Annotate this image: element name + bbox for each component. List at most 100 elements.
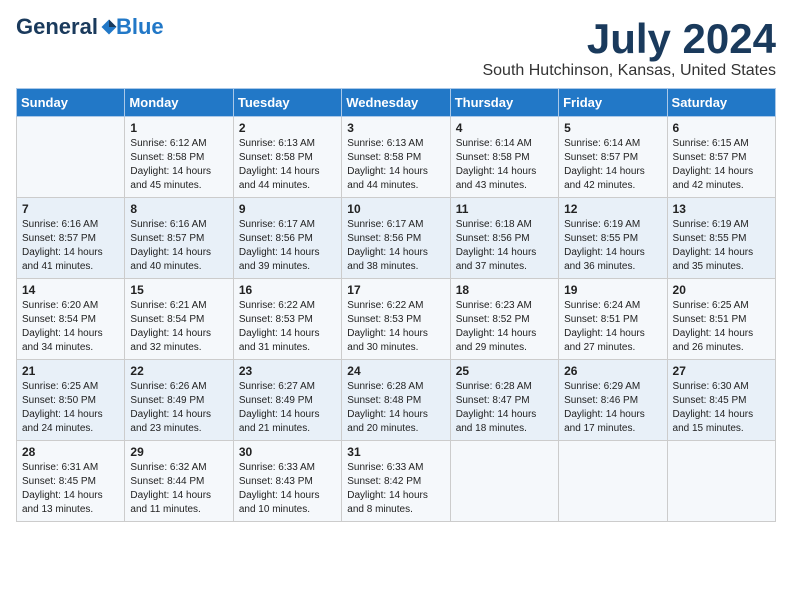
calendar-cell — [667, 441, 775, 522]
day-info: Sunrise: 6:28 AM Sunset: 8:48 PM Dayligh… — [347, 380, 444, 436]
page-header: General Blue July 2024 South Hutchinson,… — [16, 16, 776, 80]
weekday-header-thursday: Thursday — [450, 89, 558, 117]
week-row-1: 1 Sunrise: 6:12 AM Sunset: 8:58 PM Daylig… — [17, 117, 776, 198]
calendar-cell: 28 Sunrise: 6:31 AM Sunset: 8:45 PM Dayli… — [17, 441, 125, 522]
day-info: Sunrise: 6:22 AM Sunset: 8:53 PM Dayligh… — [347, 299, 444, 355]
calendar-cell: 13 Sunrise: 6:19 AM Sunset: 8:55 PM Dayli… — [667, 198, 775, 279]
day-info: Sunrise: 6:17 AM Sunset: 8:56 PM Dayligh… — [347, 218, 444, 274]
day-number: 31 — [347, 445, 444, 459]
calendar-cell: 3Sunrise: 6:13 AM Sunset: 8:58 PM Daylig… — [342, 117, 450, 198]
weekday-header-tuesday: Tuesday — [233, 89, 341, 117]
day-number: 1 — [130, 121, 227, 135]
day-info: Sunrise: 6:17 AM Sunset: 8:56 PM Dayligh… — [239, 218, 336, 274]
week-row-3: 14 Sunrise: 6:20 AM Sunset: 8:54 PM Dayli… — [17, 279, 776, 360]
calendar-cell: 23 Sunrise: 6:27 AM Sunset: 8:49 PM Dayli… — [233, 360, 341, 441]
day-number: 13 — [673, 202, 770, 216]
calendar-cell — [17, 117, 125, 198]
calendar-cell: 14 Sunrise: 6:20 AM Sunset: 8:54 PM Dayli… — [17, 279, 125, 360]
calendar-cell: 15 Sunrise: 6:21 AM Sunset: 8:54 PM Dayli… — [125, 279, 233, 360]
calendar-cell: 6Sunrise: 6:15 AM Sunset: 8:57 PM Daylig… — [667, 117, 775, 198]
day-number: 14 — [22, 283, 119, 297]
day-info: Sunrise: 6:23 AM Sunset: 8:52 PM Dayligh… — [456, 299, 553, 355]
day-number: 2 — [239, 121, 336, 135]
day-number: 9 — [239, 202, 336, 216]
day-number: 3 — [347, 121, 444, 135]
day-number: 15 — [130, 283, 227, 297]
day-number: 12 — [564, 202, 661, 216]
weekday-header-saturday: Saturday — [667, 89, 775, 117]
day-info: Sunrise: 6:33 AM Sunset: 8:42 PM Dayligh… — [347, 461, 444, 517]
calendar-cell: 8 Sunrise: 6:16 AM Sunset: 8:57 PM Daylig… — [125, 198, 233, 279]
day-info: Sunrise: 6:25 AM Sunset: 8:51 PM Dayligh… — [673, 299, 770, 355]
weekday-header-row: SundayMondayTuesdayWednesdayThursdayFrid… — [17, 89, 776, 117]
week-row-4: 21Sunrise: 6:25 AM Sunset: 8:50 PM Dayli… — [17, 360, 776, 441]
day-info: Sunrise: 6:12 AM Sunset: 8:58 PM Dayligh… — [130, 137, 227, 193]
day-info: Sunrise: 6:32 AM Sunset: 8:44 PM Dayligh… — [130, 461, 227, 517]
weekday-header-friday: Friday — [559, 89, 667, 117]
calendar-cell: 2 Sunrise: 6:13 AM Sunset: 8:58 PM Daylig… — [233, 117, 341, 198]
weekday-header-sunday: Sunday — [17, 89, 125, 117]
day-number: 11 — [456, 202, 553, 216]
location-subtitle: South Hutchinson, Kansas, United States — [482, 62, 776, 80]
day-info: Sunrise: 6:30 AM Sunset: 8:45 PM Dayligh… — [673, 380, 770, 436]
calendar-cell: 25Sunrise: 6:28 AM Sunset: 8:47 PM Dayli… — [450, 360, 558, 441]
calendar-cell: 18 Sunrise: 6:23 AM Sunset: 8:52 PM Dayli… — [450, 279, 558, 360]
calendar-cell: 29 Sunrise: 6:32 AM Sunset: 8:44 PM Dayli… — [125, 441, 233, 522]
day-number: 30 — [239, 445, 336, 459]
day-info: Sunrise: 6:25 AM Sunset: 8:50 PM Dayligh… — [22, 380, 119, 436]
calendar-cell: 27 Sunrise: 6:30 AM Sunset: 8:45 PM Dayli… — [667, 360, 775, 441]
calendar-cell: 20 Sunrise: 6:25 AM Sunset: 8:51 PM Dayli… — [667, 279, 775, 360]
day-number: 22 — [130, 364, 227, 378]
day-number: 23 — [239, 364, 336, 378]
day-number: 20 — [673, 283, 770, 297]
day-info: Sunrise: 6:14 AM Sunset: 8:58 PM Dayligh… — [456, 137, 553, 193]
day-number: 16 — [239, 283, 336, 297]
day-info: Sunrise: 6:22 AM Sunset: 8:53 PM Dayligh… — [239, 299, 336, 355]
day-info: Sunrise: 6:15 AM Sunset: 8:57 PM Dayligh… — [673, 137, 770, 193]
calendar-cell: 11 Sunrise: 6:18 AM Sunset: 8:56 PM Dayli… — [450, 198, 558, 279]
day-number: 19 — [564, 283, 661, 297]
day-info: Sunrise: 6:13 AM Sunset: 8:58 PM Dayligh… — [239, 137, 336, 193]
calendar-cell — [559, 441, 667, 522]
day-number: 24 — [347, 364, 444, 378]
day-number: 28 — [22, 445, 119, 459]
calendar-cell — [450, 441, 558, 522]
calendar-cell: 17Sunrise: 6:22 AM Sunset: 8:53 PM Dayli… — [342, 279, 450, 360]
calendar-cell: 31 Sunrise: 6:33 AM Sunset: 8:42 PM Dayli… — [342, 441, 450, 522]
day-info: Sunrise: 6:19 AM Sunset: 8:55 PM Dayligh… — [673, 218, 770, 274]
calendar-cell: 21Sunrise: 6:25 AM Sunset: 8:50 PM Dayli… — [17, 360, 125, 441]
calendar-cell: 12 Sunrise: 6:19 AM Sunset: 8:55 PM Dayli… — [559, 198, 667, 279]
day-info: Sunrise: 6:20 AM Sunset: 8:54 PM Dayligh… — [22, 299, 119, 355]
day-info: Sunrise: 6:29 AM Sunset: 8:46 PM Dayligh… — [564, 380, 661, 436]
day-info: Sunrise: 6:31 AM Sunset: 8:45 PM Dayligh… — [22, 461, 119, 517]
day-info: Sunrise: 6:16 AM Sunset: 8:57 PM Dayligh… — [130, 218, 227, 274]
day-number: 26 — [564, 364, 661, 378]
day-info: Sunrise: 6:19 AM Sunset: 8:55 PM Dayligh… — [564, 218, 661, 274]
calendar-cell: 9 Sunrise: 6:17 AM Sunset: 8:56 PM Daylig… — [233, 198, 341, 279]
day-info: Sunrise: 6:24 AM Sunset: 8:51 PM Dayligh… — [564, 299, 661, 355]
day-info: Sunrise: 6:14 AM Sunset: 8:57 PM Dayligh… — [564, 137, 661, 193]
calendar-table: SundayMondayTuesdayWednesdayThursdayFrid… — [16, 88, 776, 522]
day-number: 4 — [456, 121, 553, 135]
title-block: July 2024 South Hutchinson, Kansas, Unit… — [482, 16, 776, 80]
calendar-cell: 1 Sunrise: 6:12 AM Sunset: 8:58 PM Daylig… — [125, 117, 233, 198]
calendar-cell: 16 Sunrise: 6:22 AM Sunset: 8:53 PM Dayli… — [233, 279, 341, 360]
weekday-header-wednesday: Wednesday — [342, 89, 450, 117]
calendar-cell: 24 Sunrise: 6:28 AM Sunset: 8:48 PM Dayli… — [342, 360, 450, 441]
calendar-cell: 5Sunrise: 6:14 AM Sunset: 8:57 PM Daylig… — [559, 117, 667, 198]
day-info: Sunrise: 6:26 AM Sunset: 8:49 PM Dayligh… — [130, 380, 227, 436]
day-info: Sunrise: 6:18 AM Sunset: 8:56 PM Dayligh… — [456, 218, 553, 274]
calendar-cell: 4 Sunrise: 6:14 AM Sunset: 8:58 PM Daylig… — [450, 117, 558, 198]
day-number: 29 — [130, 445, 227, 459]
calendar-cell: 19 Sunrise: 6:24 AM Sunset: 8:51 PM Dayli… — [559, 279, 667, 360]
day-info: Sunrise: 6:27 AM Sunset: 8:49 PM Dayligh… — [239, 380, 336, 436]
day-info: Sunrise: 6:16 AM Sunset: 8:57 PM Dayligh… — [22, 218, 119, 274]
month-title: July 2024 — [482, 16, 776, 62]
day-number: 27 — [673, 364, 770, 378]
day-number: 18 — [456, 283, 553, 297]
calendar-cell: 26 Sunrise: 6:29 AM Sunset: 8:46 PM Dayli… — [559, 360, 667, 441]
day-info: Sunrise: 6:21 AM Sunset: 8:54 PM Dayligh… — [130, 299, 227, 355]
day-info: Sunrise: 6:33 AM Sunset: 8:43 PM Dayligh… — [239, 461, 336, 517]
day-number: 8 — [130, 202, 227, 216]
week-row-5: 28 Sunrise: 6:31 AM Sunset: 8:45 PM Dayli… — [17, 441, 776, 522]
